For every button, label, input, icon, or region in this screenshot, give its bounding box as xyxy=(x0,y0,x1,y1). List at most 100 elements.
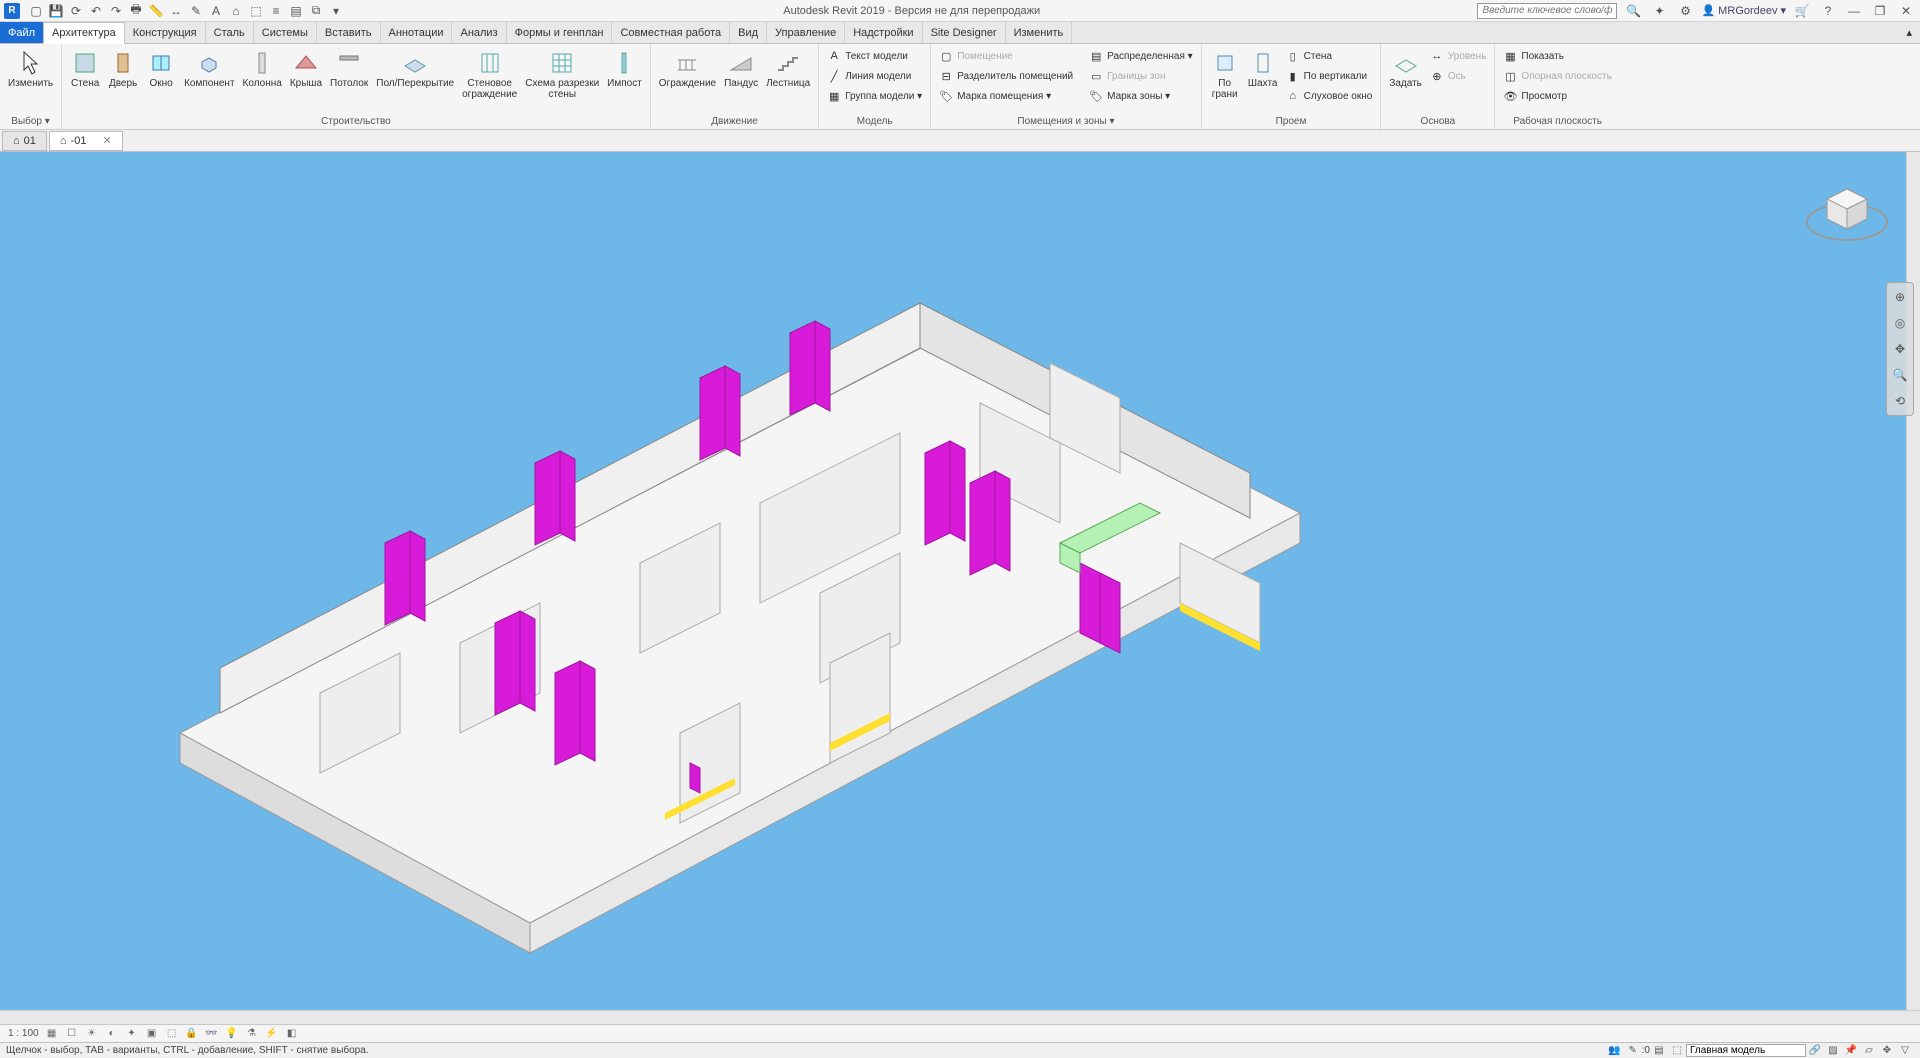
view-cube[interactable] xyxy=(1802,164,1892,254)
close-hidden-icon[interactable]: ▤ xyxy=(287,2,305,20)
stair-button[interactable]: Лестница xyxy=(762,46,814,91)
roof-button[interactable]: Крыша xyxy=(286,46,326,91)
filter-icon[interactable]: ▽ xyxy=(1897,1044,1913,1058)
refplane-button[interactable]: ◫Опорная плоскость xyxy=(1499,66,1615,86)
area-boundary-button[interactable]: ▭Границы зон xyxy=(1085,66,1197,86)
undo-icon[interactable]: ↶ xyxy=(87,2,105,20)
curtain-button[interactable]: Стеновое ограждение xyxy=(458,46,521,102)
print-icon[interactable]: 🖶 xyxy=(127,2,145,20)
highlight-icon[interactable]: ◧ xyxy=(285,1027,299,1041)
sun-path-icon[interactable]: ☀ xyxy=(85,1027,99,1041)
tab-steel[interactable]: Сталь xyxy=(206,22,254,43)
viewer-button[interactable]: 👁Просмотр xyxy=(1499,86,1615,106)
ramp-button[interactable]: Пандус xyxy=(720,46,762,91)
restore-icon[interactable]: ❐ xyxy=(1871,2,1889,20)
vertical-scrollbar[interactable] xyxy=(1906,152,1920,1010)
text-icon[interactable]: A xyxy=(207,2,225,20)
workset-input[interactable] xyxy=(1686,1044,1806,1057)
shaft-button[interactable]: Шахта xyxy=(1244,46,1282,91)
room-tag-button[interactable]: 🏷Марка помещения ▾ xyxy=(935,86,1077,106)
thin-lines-icon[interactable]: ≡ xyxy=(267,2,285,20)
open-icon[interactable]: ▢ xyxy=(27,2,45,20)
opening-vert-button[interactable]: ▮По вертикали xyxy=(1282,66,1377,86)
dropdown-icon[interactable]: ▾ xyxy=(327,2,345,20)
search-input[interactable] xyxy=(1477,3,1617,19)
workset-icon[interactable]: 👥 xyxy=(1607,1044,1623,1058)
window-button[interactable]: Окно xyxy=(142,46,180,91)
mullion-button[interactable]: Импост xyxy=(603,46,646,91)
horizontal-scrollbar[interactable] xyxy=(0,1010,1920,1024)
select-face-icon[interactable]: ▱ xyxy=(1861,1044,1877,1058)
section-icon[interactable]: ⬚ xyxy=(247,2,265,20)
component-button[interactable]: Компонент xyxy=(180,46,238,91)
close-tab-icon[interactable]: ✕ xyxy=(102,134,111,147)
modify-button[interactable]: Изменить xyxy=(4,46,57,91)
steering-wheel-icon[interactable]: ◎ xyxy=(1890,313,1910,333)
search-go-icon[interactable]: 🔍 xyxy=(1624,2,1642,20)
signin-icon[interactable]: ✦ xyxy=(1650,2,1668,20)
crop-icon[interactable]: ▣ xyxy=(145,1027,159,1041)
design-options-icon[interactable]: ⬚ xyxy=(1669,1044,1685,1058)
railing-button[interactable]: Ограждение xyxy=(655,46,720,91)
worksharing-icon[interactable]: ⚗ xyxy=(245,1027,259,1041)
orbit-icon[interactable]: ⟲ xyxy=(1890,391,1910,411)
temp-hide-icon[interactable]: 👓 xyxy=(205,1027,219,1041)
dormer-button[interactable]: ⌂Слуховое окно xyxy=(1282,86,1377,106)
drag-icon[interactable]: ✥ xyxy=(1879,1044,1895,1058)
door-button[interactable]: Дверь xyxy=(104,46,142,91)
tab-insert[interactable]: Вставить xyxy=(317,22,381,43)
pan-icon[interactable]: ✥ xyxy=(1890,339,1910,359)
user-menu[interactable]: 👤MRGordeev▾ xyxy=(1701,4,1786,17)
tab-annotate[interactable]: Аннотации xyxy=(381,22,453,43)
minimize-icon[interactable]: — xyxy=(1845,2,1863,20)
tab-sitedesigner[interactable]: Site Designer xyxy=(923,22,1006,43)
scale-label[interactable]: 1 : 100 xyxy=(8,1028,39,1039)
area-button[interactable]: ▤Распределенная ▾ xyxy=(1085,46,1197,66)
ribbon-collapse-icon[interactable]: ▴ xyxy=(1898,22,1920,43)
tab-modify[interactable]: Изменить xyxy=(1006,22,1073,43)
dimension-icon[interactable]: ↔ xyxy=(167,2,185,20)
tab-collaborate[interactable]: Совместная работа xyxy=(612,22,730,43)
tab-view[interactable]: Вид xyxy=(730,22,767,43)
grid-button[interactable]: ⊕Ось xyxy=(1426,66,1491,86)
model-group-button[interactable]: ▦Группа модели ▾ xyxy=(823,86,926,106)
column-button[interactable]: Колонна xyxy=(239,46,286,91)
tab-massing[interactable]: Формы и генплан xyxy=(507,22,613,43)
view-tab-1[interactable]: ⌂01 xyxy=(2,131,47,151)
help-icon[interactable]: ? xyxy=(1819,2,1837,20)
save-icon[interactable]: 💾 xyxy=(47,2,65,20)
app-store-icon[interactable]: ⚙ xyxy=(1676,2,1694,20)
ceiling-button[interactable]: Потолок xyxy=(326,46,372,91)
curtain-grid-button[interactable]: Схема разрезки стены xyxy=(521,46,603,102)
area-tag-button[interactable]: 🏷Марка зоны ▾ xyxy=(1085,86,1197,106)
full-nav-icon[interactable]: ⊕ xyxy=(1890,287,1910,307)
visual-style-icon[interactable]: ☐ xyxy=(65,1027,79,1041)
floor-button[interactable]: Пол/Перекрытие xyxy=(372,46,458,91)
3d-viewport[interactable]: ⊕ ◎ ✥ 🔍 ⟲ xyxy=(0,152,1920,1010)
tab-manage[interactable]: Управление xyxy=(767,22,845,43)
select-underlay-icon[interactable]: ▨ xyxy=(1825,1044,1841,1058)
tab-architecture[interactable]: Архитектура xyxy=(43,22,125,44)
level-button[interactable]: ↔Уровень xyxy=(1426,46,1491,66)
view-tab-2[interactable]: ⌂-01✕ xyxy=(49,131,123,151)
shadows-icon[interactable]: ◐ xyxy=(105,1027,119,1041)
model-text-button[interactable]: AТекст модели xyxy=(823,46,926,66)
sync-icon[interactable]: ⟳ xyxy=(67,2,85,20)
model-line-button[interactable]: ╱Линия модели xyxy=(823,66,926,86)
opening-byface-button[interactable]: По грани xyxy=(1206,46,1244,102)
detail-level-icon[interactable]: ▦ xyxy=(45,1027,59,1041)
editable-icon[interactable]: ✎ xyxy=(1625,1044,1641,1058)
main-model-icon[interactable]: ▤ xyxy=(1651,1044,1667,1058)
zoom-icon[interactable]: 🔍 xyxy=(1890,365,1910,385)
tag-icon[interactable]: ✎ xyxy=(187,2,205,20)
cart-icon[interactable]: 🛒 xyxy=(1793,2,1811,20)
select-link-icon[interactable]: 🔗 xyxy=(1807,1044,1823,1058)
reveal-icon[interactable]: 💡 xyxy=(225,1027,239,1041)
tab-file[interactable]: Файл xyxy=(0,22,43,43)
wall-button[interactable]: Стена xyxy=(66,46,104,91)
analytical-icon[interactable]: ⚡ xyxy=(265,1027,279,1041)
view3d-icon[interactable]: ⌂ xyxy=(227,2,245,20)
crop-region-icon[interactable]: ⬚ xyxy=(165,1027,179,1041)
room-sep-button[interactable]: ⊟Разделитель помещений xyxy=(935,66,1077,86)
measure-icon[interactable]: 📏 xyxy=(147,2,165,20)
